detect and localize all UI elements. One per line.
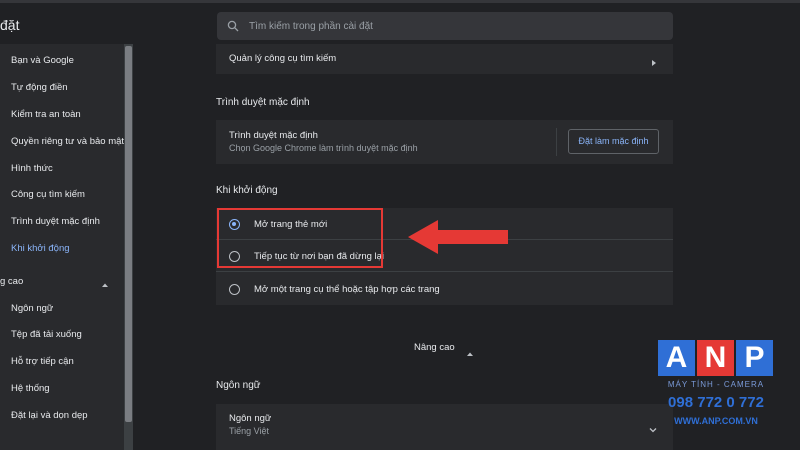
logo-letter-n: N — [697, 340, 734, 376]
anp-watermark-logo: A N P MÁY TÍNH - CAMERA 098 772 0 772 WW… — [656, 340, 776, 432]
language-value: Tiếng Việt — [229, 426, 270, 436]
sidebar-item-on-startup[interactable]: Khi khởi động — [0, 240, 124, 258]
settings-window: đặt Bạn và Google Tự động điền Kiểm tra … — [0, 0, 800, 450]
search-input[interactable] — [249, 20, 629, 32]
sidebar-item-reset[interactable]: Đặt lại và dọn dẹp — [0, 407, 124, 425]
sidebar-item-languages[interactable]: Ngôn ngữ — [0, 300, 124, 318]
sidebar-item-default-browser[interactable]: Trình duyệt mặc định — [0, 213, 124, 231]
chevron-up-icon[interactable] — [466, 345, 474, 356]
sidebar-item-downloads[interactable]: Tệp đã tải xuống — [0, 326, 124, 344]
make-default-button[interactable]: Đặt làm mặc định — [568, 129, 659, 154]
search-icon — [227, 20, 239, 32]
startup-option-specific-pages-label[interactable]: Mở một trang cụ thể hoặc tập hợp các tra… — [254, 284, 440, 295]
chevron-up-icon — [101, 278, 109, 287]
language-title: Ngôn ngữ — [229, 413, 272, 424]
logo-phone: 098 772 0 772 — [668, 394, 764, 411]
vertical-divider — [556, 128, 557, 156]
default-browser-title: Trình duyệt mặc định — [229, 130, 318, 141]
sidebar-item-search-engine[interactable]: Công cụ tìm kiếm — [0, 186, 124, 204]
sidebar-item-appearance[interactable]: Hình thức — [0, 160, 124, 178]
sidebar-advanced-toggle[interactable]: g cao — [0, 273, 124, 291]
annotation-arrow-left-icon — [408, 220, 508, 254]
sidebar-advanced-label: g cao — [0, 276, 24, 287]
sidebar-item-safety-check[interactable]: Kiểm tra an toàn — [0, 106, 124, 124]
option-divider — [216, 271, 673, 272]
languages-heading: Ngôn ngữ — [216, 380, 261, 391]
sidebar-item-privacy[interactable]: Quyền riêng tư và bảo mật — [0, 133, 124, 151]
page-title: đặt — [0, 17, 20, 33]
languages-card[interactable] — [216, 404, 673, 450]
default-browser-heading: Trình duyệt mặc định — [216, 97, 310, 108]
default-browser-subtitle: Chọn Google Chrome làm trình duyệt mặc đ… — [229, 143, 418, 153]
sidebar-scroll-thumb[interactable] — [125, 46, 132, 422]
logo-website: WWW.ANP.COM.VN — [674, 416, 758, 426]
logo-tagline: MÁY TÍNH - CAMERA — [667, 380, 765, 389]
search-box[interactable] — [217, 12, 673, 40]
sidebar-item-autofill[interactable]: Tự động điền — [0, 79, 124, 97]
sidebar-item-you-and-google[interactable]: Bạn và Google — [0, 52, 124, 70]
sidebar-item-system[interactable]: Hệ thống — [0, 380, 124, 398]
arrow-right-icon[interactable] — [651, 54, 657, 66]
sidebar-item-accessibility[interactable]: Hỗ trợ tiếp cận — [0, 353, 124, 371]
logo-letter-p: P — [736, 340, 773, 376]
annotation-highlight-box — [217, 208, 383, 268]
radio-open-specific-pages[interactable] — [229, 284, 240, 295]
on-startup-heading: Khi khởi động — [216, 185, 278, 196]
manage-search-engines-link[interactable]: Quản lý công cụ tìm kiếm — [229, 53, 336, 64]
logo-letter-a: A — [658, 340, 695, 376]
advanced-toggle[interactable]: Nâng cao — [414, 342, 455, 353]
settings-header: đặt — [0, 0, 800, 44]
